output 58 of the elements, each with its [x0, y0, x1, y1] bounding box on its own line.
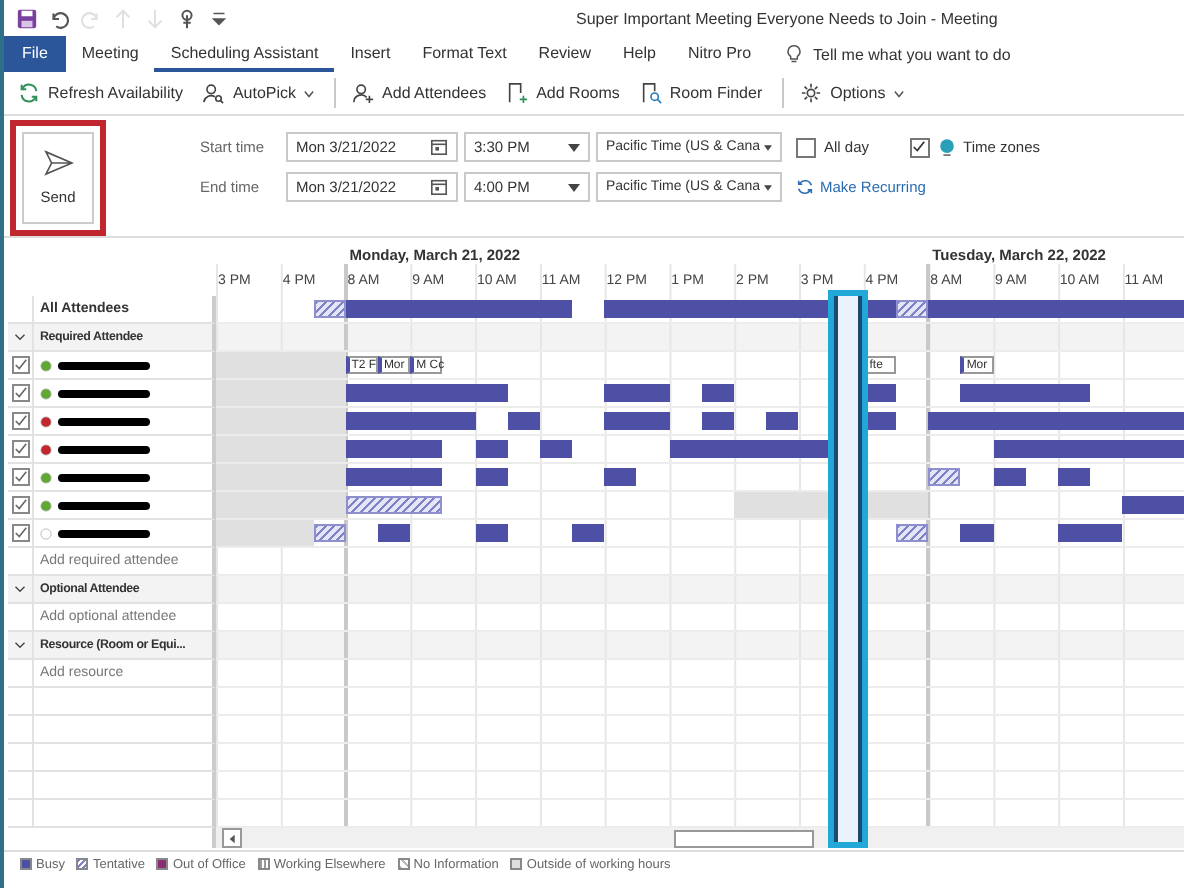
ribbon-tab[interactable]: File [4, 36, 66, 72]
ribbon-tab[interactable]: Help [607, 36, 672, 72]
chevron-icon[interactable] [14, 332, 26, 342]
checkbox[interactable] [11, 440, 29, 458]
refresh-icon [18, 82, 40, 104]
toolbar-button[interactable]: Refresh Availability [12, 78, 189, 108]
ribbon-tab[interactable]: Review [522, 36, 608, 72]
recurrence-icon [796, 178, 814, 196]
ribbon-tab[interactable]: Format Text [406, 36, 523, 72]
caret-icon [304, 89, 315, 97]
checkbox[interactable] [11, 356, 29, 374]
undo-icon[interactable] [48, 7, 70, 29]
globe-icon [937, 138, 956, 156]
scrollbar-thumb[interactable] [674, 829, 814, 847]
room-search-icon [639, 82, 662, 104]
out-of-office-swatch-icon [156, 858, 169, 870]
ribbon-tab[interactable]: Scheduling Assistant [154, 36, 335, 72]
chevron-icon[interactable] [14, 640, 26, 650]
ribbon-tab[interactable]: Meeting [65, 36, 155, 72]
toolbar-button[interactable]: AutoPick [196, 78, 321, 108]
calendar-icon [430, 138, 448, 156]
gear-icon [800, 82, 823, 104]
checkbox[interactable] [11, 524, 29, 542]
calendar-icon [430, 178, 448, 196]
caret-icon [568, 183, 580, 191]
caret-icon [764, 183, 772, 191]
save-icon[interactable] [16, 7, 38, 29]
customize-icon[interactable] [208, 7, 230, 29]
checkbox[interactable] [11, 384, 29, 402]
checkbox[interactable] [11, 412, 29, 430]
checkbox[interactable] [909, 137, 930, 157]
tentative-swatch-icon [76, 858, 89, 870]
caret-icon [568, 143, 580, 151]
caret-icon [764, 143, 772, 151]
person-search-icon [202, 82, 225, 104]
no-information-swatch-icon [397, 858, 410, 870]
lightbulb-icon [783, 44, 804, 64]
toolbar-button[interactable]: Add Rooms [500, 78, 626, 108]
busy-swatch-icon [20, 858, 32, 870]
left-arrow-icon [227, 833, 237, 843]
toolbar-button[interactable]: Options [782, 78, 910, 108]
toolbar-button[interactable]: Add Attendees [334, 78, 493, 108]
toolbar-button[interactable]: Room Finder [633, 78, 769, 108]
tell-me-search[interactable]: Tell me what you want to do [813, 45, 1011, 63]
caret-icon [893, 89, 904, 97]
checkbox[interactable] [11, 496, 29, 514]
checkbox[interactable] [11, 468, 29, 486]
send-icon [43, 150, 73, 176]
outside-hours-swatch-icon [510, 858, 523, 870]
add-person-icon [352, 82, 375, 104]
ribbon-tab[interactable]: Insert [334, 36, 407, 72]
working-elsewhere-swatch-icon [257, 858, 270, 870]
ribbon-tab[interactable]: Nitro Pro [671, 36, 768, 72]
add-room-icon [506, 82, 529, 104]
chevron-icon[interactable] [14, 584, 26, 594]
scroll-left-button[interactable] [222, 828, 242, 848]
checkbox[interactable] [796, 137, 816, 157]
window-title: Super Important Meeting Everyone Needs to Join - Meeting [576, 9, 998, 27]
